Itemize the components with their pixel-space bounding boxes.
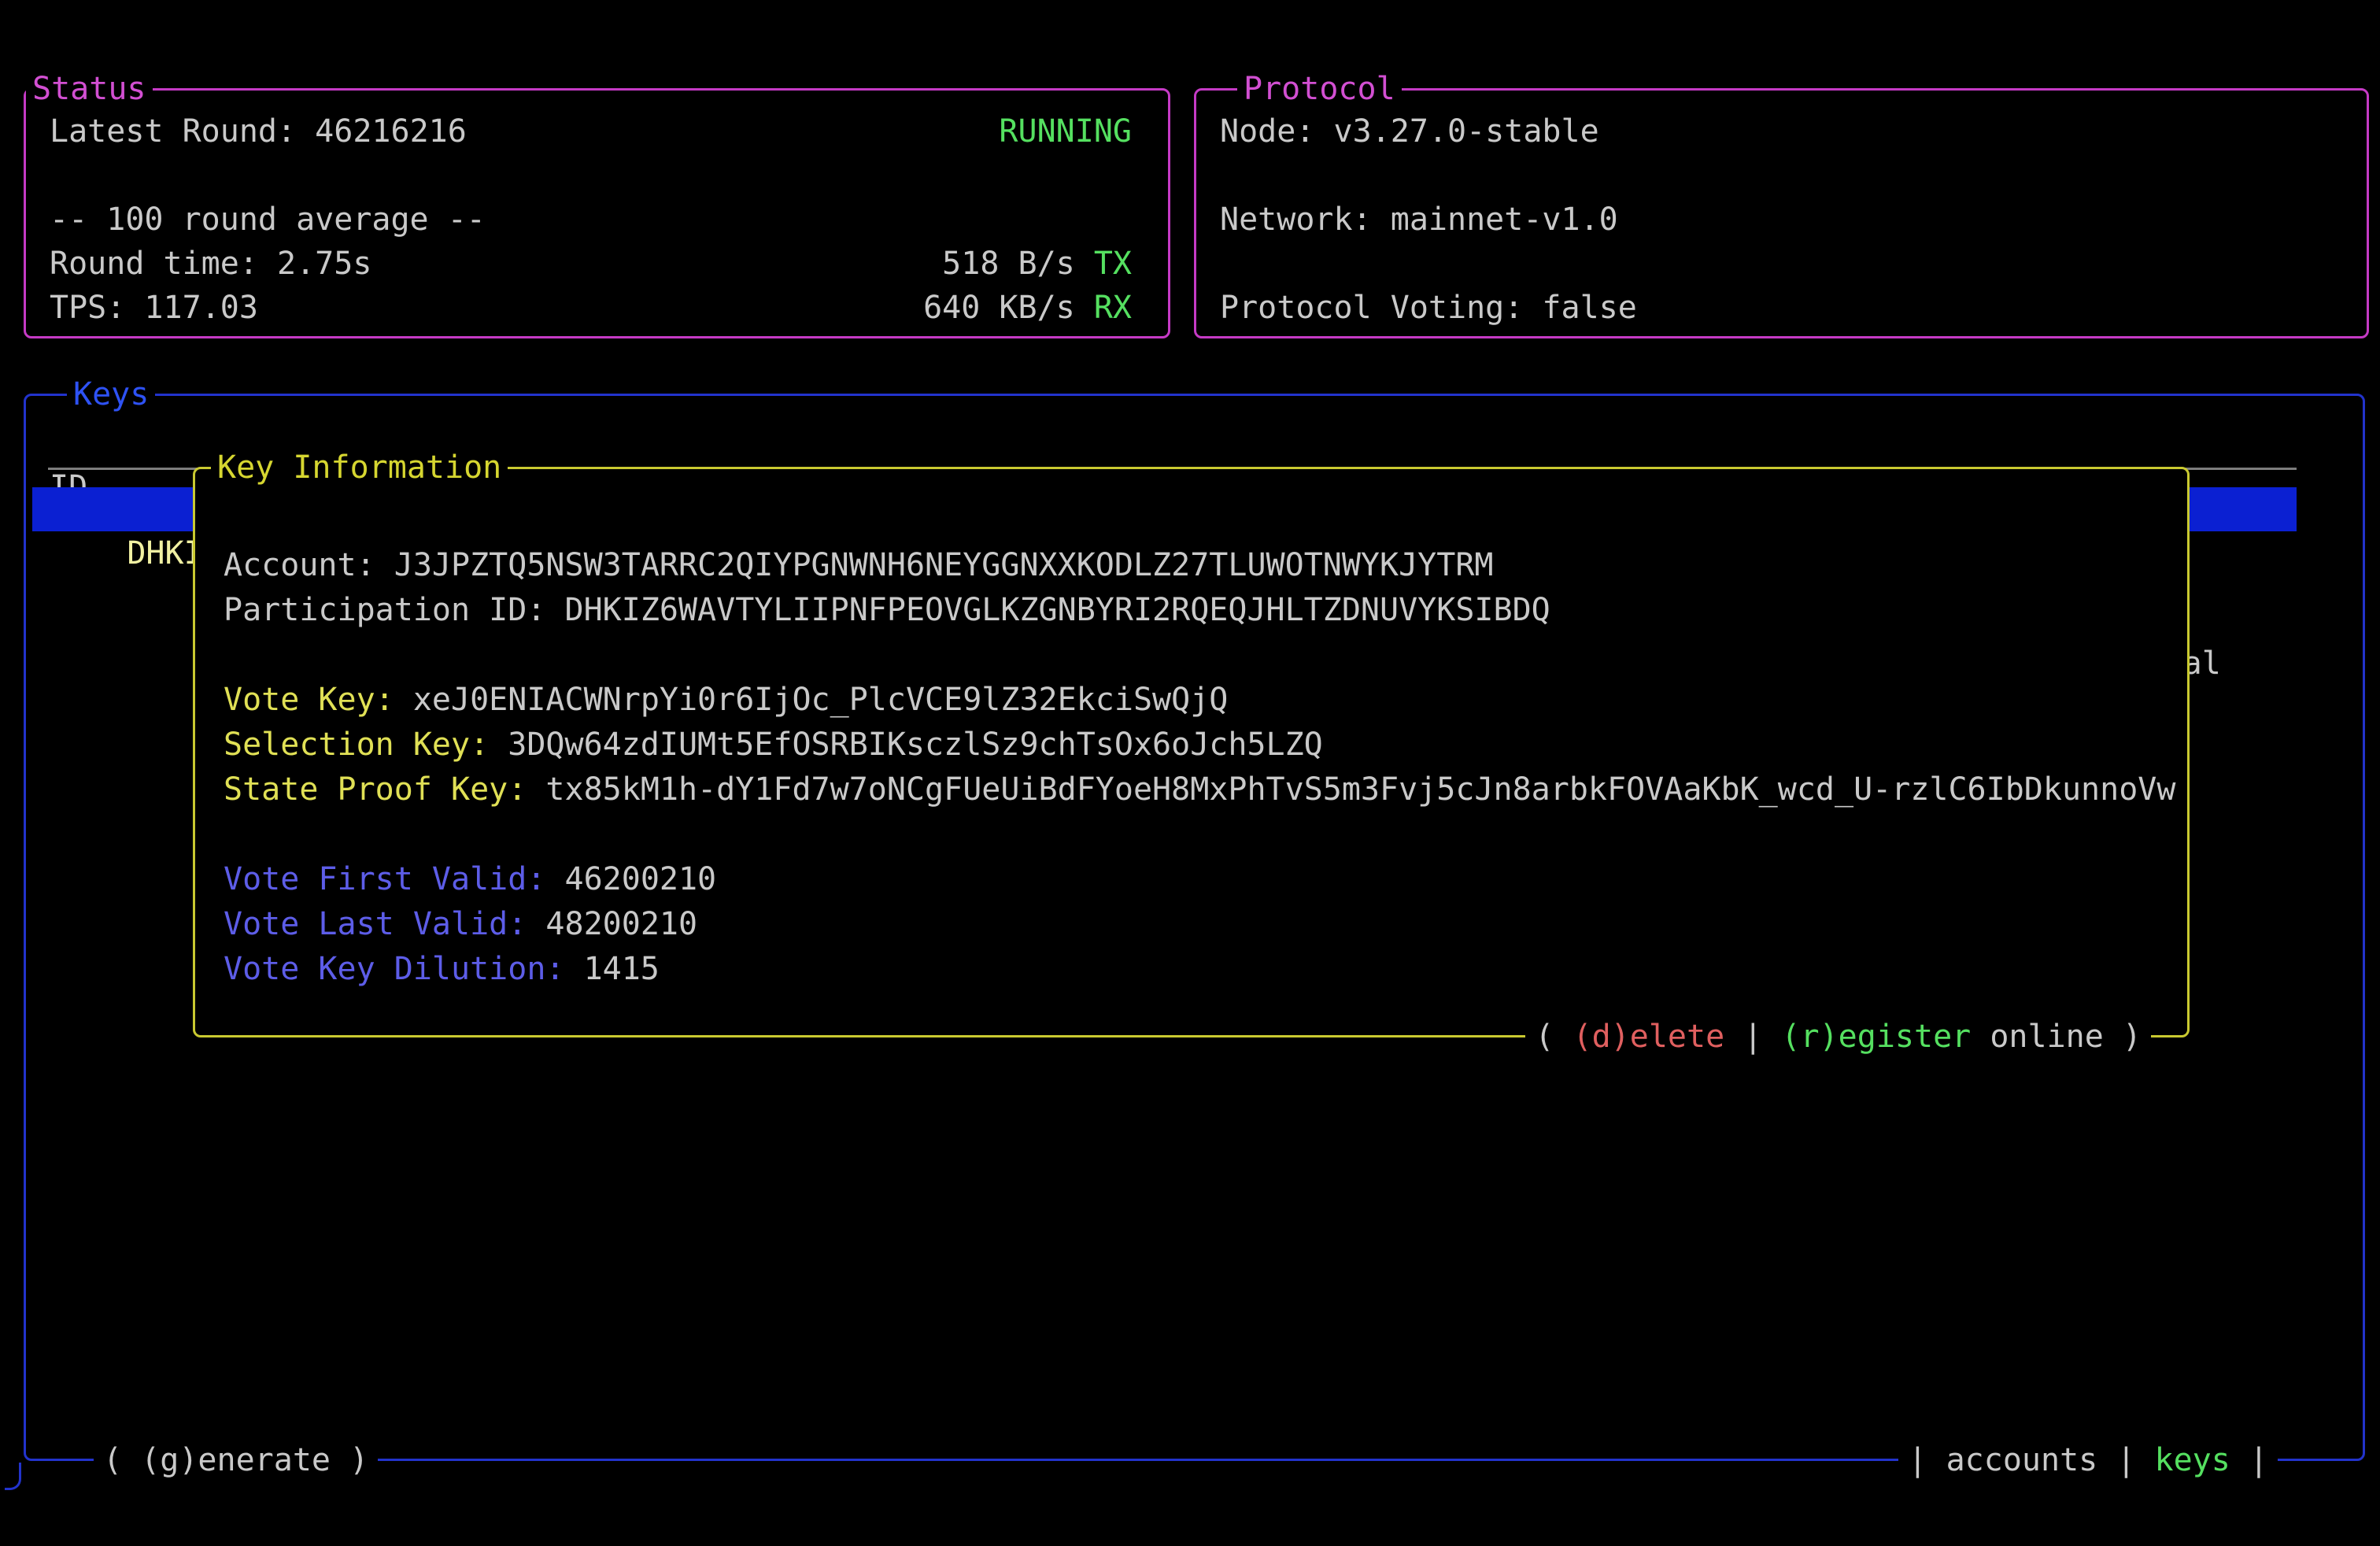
round-time: Round time: 2.75s bbox=[50, 242, 371, 286]
latest-round-label: Latest Round: bbox=[50, 113, 315, 150]
network: Network: mainnet-v1.0 bbox=[1220, 198, 1618, 242]
tab-keys[interactable]: keys bbox=[2155, 1442, 2230, 1478]
selection-key-row: Selection Key: 3DQw64zdIUMt5EfOSRBIKsczl… bbox=[224, 723, 2187, 767]
status-panel-title: Status bbox=[26, 70, 153, 108]
network-label: Network: bbox=[1220, 202, 1391, 238]
average-header: -- 100 round average -- bbox=[50, 198, 486, 242]
register-shortcut-hint[interactable]: (r)egister bbox=[1781, 1019, 1971, 1055]
node-label: Node: bbox=[1220, 113, 1334, 150]
tx-rate: 518 B/s TX bbox=[942, 242, 1132, 286]
vote-last-valid-value: 48200210 bbox=[545, 906, 697, 942]
protocol-voting: Protocol Voting: false bbox=[1220, 286, 1637, 330]
node-version: Node: v3.27.0-stable bbox=[1220, 109, 1599, 153]
node-value: v3.27.0-stable bbox=[1334, 113, 1599, 150]
actions-close: online ) bbox=[1971, 1019, 2142, 1055]
tx-label: TX bbox=[1094, 246, 1132, 282]
network-row: Network: mainnet-v1.0 bbox=[1220, 198, 2330, 242]
latest-round-value: 46216216 bbox=[315, 113, 467, 150]
node-state-badge: RUNNING bbox=[999, 109, 1132, 153]
vote-key-dilution-row: Vote Key Dilution: 1415 bbox=[224, 947, 2187, 992]
vote-key-value: xeJ0ENIACWNrpYi0r6IjOc_PlcVCE9lZ32EkciSw… bbox=[413, 682, 1229, 718]
tps-row: TPS: 117.03 640 KB/s RX bbox=[50, 286, 1132, 330]
keys-panel-title: Keys bbox=[67, 375, 155, 413]
vote-key-label: Vote Key: bbox=[224, 682, 413, 718]
tabs-separator-right: | bbox=[2230, 1442, 2268, 1478]
vote-first-valid-label: Vote First Valid: bbox=[224, 861, 564, 897]
latest-round-row: Latest Round: 46216216 RUNNING bbox=[50, 109, 1132, 153]
key-information-modal: Key Information Account: J3JPZTQ5NSW3TAR… bbox=[193, 467, 2190, 1037]
account-row: Account: J3JPZTQ5NSW3TARRC2QIYPGNWNH6NEY… bbox=[224, 543, 2187, 588]
actions-open: ( bbox=[1535, 1019, 1572, 1055]
round-time-value: 2.75s bbox=[277, 246, 371, 282]
voting-value: false bbox=[1542, 290, 1636, 326]
tab-accounts[interactable]: accounts bbox=[1946, 1442, 2098, 1478]
account-label: Account: bbox=[224, 547, 394, 583]
tps-label: TPS: bbox=[50, 290, 144, 326]
key-information-body: Account: J3JPZTQ5NSW3TARRC2QIYPGNWNH6NEY… bbox=[195, 469, 2187, 992]
voting-label: Protocol Voting: bbox=[1220, 290, 1542, 326]
state-proof-key-value: tx85kM1h-dY1Fd7w7oNCgFUeUiBdFYoeH8MxPhTv… bbox=[545, 771, 2175, 808]
rx-label: RX bbox=[1094, 290, 1132, 326]
tx-rate-value: 518 B/s bbox=[942, 246, 1094, 282]
delete-shortcut-hint[interactable]: (d)elete bbox=[1573, 1019, 1725, 1055]
state-proof-key-row: State Proof Key: tx85kM1h-dY1Fd7w7oNCgFU… bbox=[224, 767, 2187, 812]
modal-action-hints: ( (d)elete | (r)egister online ) bbox=[1525, 1017, 2151, 1056]
generate-shortcut-hint[interactable]: ( (g)enerate ) bbox=[94, 1441, 378, 1480]
vote-key-dilution-value: 1415 bbox=[584, 951, 660, 987]
state-proof-key-label: State Proof Key: bbox=[224, 771, 545, 808]
latest-round: Latest Round: 46216216 bbox=[50, 109, 467, 153]
round-time-row: Round time: 2.75s 518 B/s TX bbox=[50, 242, 1132, 286]
vote-first-valid-row: Vote First Valid: 46200210 bbox=[224, 857, 2187, 902]
average-header-row: -- 100 round average -- bbox=[50, 198, 1132, 242]
participation-id-label: Participation ID: bbox=[224, 592, 564, 628]
rx-rate-value: 640 KB/s bbox=[923, 290, 1094, 326]
tabs-separator-mid: | bbox=[2097, 1442, 2154, 1478]
status-panel: Status Latest Round: 46216216 RUNNING --… bbox=[24, 88, 1170, 338]
account-value: J3JPZTQ5NSW3TARRC2QIYPGNWNH6NEYGGNXXKODL… bbox=[394, 547, 1494, 583]
network-value: mainnet-v1.0 bbox=[1391, 202, 1618, 238]
tps: TPS: 117.03 bbox=[50, 286, 258, 330]
vote-last-valid-label: Vote Last Valid: bbox=[224, 906, 545, 942]
spacer-row bbox=[224, 812, 2187, 857]
participation-id-value: DHKIZ6WAVTYLIIPNFPEOVGLKZGNBYRI2RQEQJHLT… bbox=[564, 592, 1550, 628]
rx-rate: 640 KB/s RX bbox=[923, 286, 1132, 330]
spacer-row bbox=[1220, 242, 2330, 286]
round-time-label: Round time: bbox=[50, 246, 277, 282]
participation-id-row: Participation ID: DHKIZ6WAVTYLIIPNFPEOVG… bbox=[224, 588, 2187, 633]
vote-first-valid-value: 46200210 bbox=[564, 861, 716, 897]
status-panel-body: Latest Round: 46216216 RUNNING -- 100 ro… bbox=[26, 91, 1168, 330]
view-tabs: | accounts | keys | bbox=[1898, 1441, 2278, 1480]
protocol-voting-row: Protocol Voting: false bbox=[1220, 286, 2330, 330]
key-information-title: Key Information bbox=[211, 449, 508, 486]
tabs-separator-left: | bbox=[1908, 1442, 1946, 1478]
selection-key-value: 3DQw64zdIUMt5EfOSRBIKsczlSz9chTsOx6oJch5… bbox=[508, 727, 1323, 763]
border-corner-artifact bbox=[5, 1463, 21, 1490]
protocol-panel-title: Protocol bbox=[1237, 70, 1402, 108]
node-version-row: Node: v3.27.0-stable bbox=[1220, 109, 2330, 153]
vote-key-row: Vote Key: xeJ0ENIACWNrpYi0r6IjOc_PlcVCE9… bbox=[224, 678, 2187, 723]
tps-value: 117.03 bbox=[144, 290, 258, 326]
spacer-row bbox=[224, 633, 2187, 678]
protocol-panel: Protocol Node: v3.27.0-stable Network: m… bbox=[1194, 88, 2369, 338]
vote-key-dilution-label: Vote Key Dilution: bbox=[224, 951, 584, 987]
protocol-panel-body: Node: v3.27.0-stable Network: mainnet-v1… bbox=[1196, 91, 2367, 330]
actions-separator: | bbox=[1724, 1019, 1781, 1055]
spacer-row bbox=[1220, 153, 2330, 198]
vote-last-valid-row: Vote Last Valid: 48200210 bbox=[224, 902, 2187, 947]
spacer-row bbox=[50, 153, 1132, 198]
selection-key-label: Selection Key: bbox=[224, 727, 508, 763]
